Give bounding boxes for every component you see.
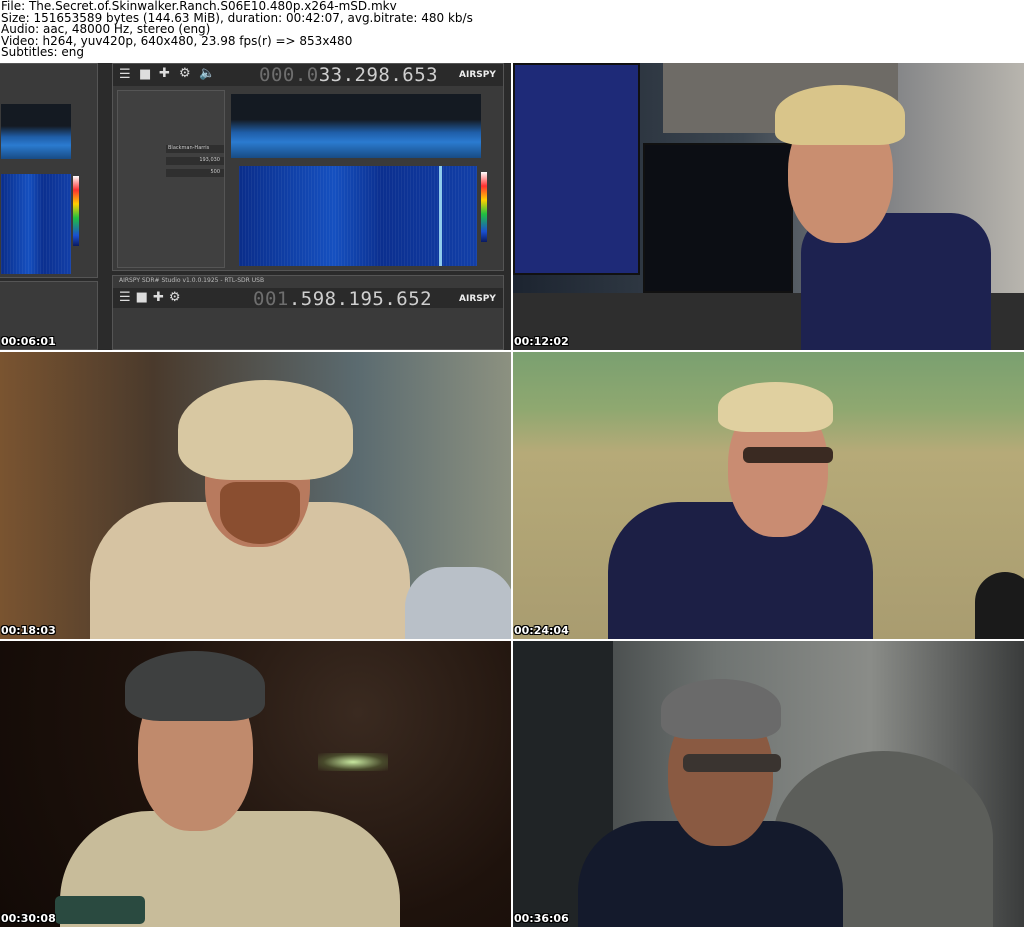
spectrum-display-left <box>1 104 71 159</box>
sdr-window-bottom: AIRSPY SDR# Studio v1.0.0.1925 - RTL-SDR… <box>112 275 504 350</box>
second-person <box>405 567 511 639</box>
person-hair <box>775 85 905 145</box>
frequency-display-bottom[interactable]: 001.598.195.652 <box>253 288 432 310</box>
timestamp: 00:06:01 <box>1 335 56 348</box>
spectrum-display-main <box>231 94 481 158</box>
add-icon[interactable]: ✚ <box>159 66 170 81</box>
thumbnail-man-in-hat: 00:18:03 <box>0 352 511 639</box>
color-scale-bar <box>73 176 79 246</box>
video-info-line: Video: h264, yuv420p, 640x480, 23.98 fps… <box>1 33 353 48</box>
light-streak <box>318 753 388 771</box>
filter-select[interactable]: Blackman-Harris <box>166 145 224 153</box>
file-info-header: File: The.Secret.of.Skinwalker.Ranch.S06… <box>0 0 1024 63</box>
waterfall-display-left <box>1 174 71 274</box>
waterfall-display-main <box>239 166 477 266</box>
glasses <box>683 754 781 772</box>
thumbnail-man-with-device: 00:30:08 <box>0 641 511 927</box>
timestamp: 00:18:03 <box>1 624 56 637</box>
stop-icon[interactable]: ■ <box>136 290 148 305</box>
color-scale-bar-main <box>481 172 487 242</box>
bandwidth-input[interactable]: 193,030 <box>166 157 224 165</box>
thumbnail-grid: ☰ ■ ✚ ⚙ 🔈 000.033.298.653 AIRSPY Blackma… <box>0 63 1024 927</box>
computer-monitor <box>513 63 640 275</box>
airspy-logo: AIRSPY <box>459 70 496 80</box>
airspy-logo-bottom: AIRSPY <box>459 294 496 304</box>
person-body <box>608 502 873 639</box>
order-input[interactable]: 500 <box>166 169 224 177</box>
add-icon[interactable]: ✚ <box>153 290 164 305</box>
timestamp: 00:12:02 <box>514 335 569 348</box>
handheld-device <box>55 896 145 924</box>
second-person <box>975 572 1024 639</box>
thumbnail-man-outdoors: 00:24:04 <box>513 352 1024 639</box>
person-hat <box>178 380 353 480</box>
person-beard <box>220 482 300 544</box>
menu-icon[interactable]: ☰ <box>119 67 131 82</box>
sdr-window-left <box>0 63 98 278</box>
sunglasses <box>743 447 833 463</box>
sdr-window-main: ☰ ■ ✚ ⚙ 🔈 000.033.298.653 AIRSPY Blackma… <box>112 63 504 271</box>
person-hair <box>718 382 833 432</box>
thumbnail-sdr-screen: ☰ ■ ✚ ⚙ 🔈 000.033.298.653 AIRSPY Blackma… <box>0 63 511 350</box>
menu-icon[interactable]: ☰ <box>119 290 131 305</box>
radio-settings-panel: Blackman-Harris 193,030 500 <box>117 90 225 268</box>
timestamp: 00:36:06 <box>514 912 569 925</box>
gear-icon[interactable]: ⚙ <box>169 290 181 305</box>
person-hair <box>661 679 781 739</box>
tv-screen <box>643 143 793 293</box>
frequency-display-top[interactable]: 000.033.298.653 <box>259 64 438 86</box>
timestamp: 00:24:04 <box>514 624 569 637</box>
subtitles-line: Subtitles: eng <box>1 45 85 60</box>
signal-trace <box>439 166 442 266</box>
gear-icon[interactable]: ⚙ <box>179 66 191 81</box>
thumbnail-man-at-computer: 00:12:02 <box>513 63 1024 350</box>
window-title: AIRSPY SDR# Studio v1.0.0.1925 - RTL-SDR… <box>119 277 265 284</box>
stop-icon[interactable]: ■ <box>139 67 151 82</box>
speaker-icon[interactable]: 🔈 <box>199 66 215 81</box>
thumbnail-man-in-suit: 00:36:06 <box>513 641 1024 927</box>
person-hair <box>125 651 265 721</box>
timestamp: 00:30:08 <box>1 912 56 925</box>
